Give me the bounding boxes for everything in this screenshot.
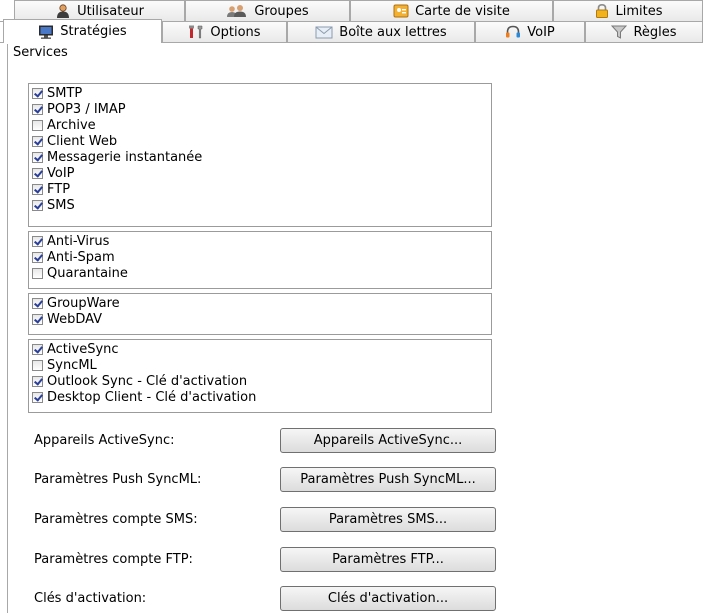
setting-row-sms: Paramètres compte SMS: Paramètres SMS... bbox=[34, 507, 504, 533]
checkbox-box[interactable] bbox=[32, 313, 43, 325]
checkbox-voip[interactable]: VoIP bbox=[32, 165, 491, 181]
checkbox-box[interactable] bbox=[32, 251, 43, 263]
tab-row-front: Stratégies Options Boîte aux lettres VoI… bbox=[0, 19, 703, 43]
checkbox-sms[interactable]: SMS bbox=[32, 197, 491, 213]
activesync-devices-button[interactable]: Appareils ActiveSync... bbox=[280, 428, 496, 453]
tab-strategies[interactable]: Stratégies bbox=[3, 19, 162, 43]
checkbox-groupware[interactable]: GroupWare bbox=[32, 295, 491, 311]
setting-label: Paramètres compte FTP: bbox=[34, 552, 193, 567]
lock-icon bbox=[594, 3, 610, 18]
checkbox-box[interactable] bbox=[32, 267, 43, 279]
setting-label: Paramètres Push SyncML: bbox=[34, 472, 202, 487]
tab-regles[interactable]: Règles bbox=[585, 21, 703, 42]
checkbox-box[interactable] bbox=[32, 87, 43, 99]
checkbox-quarantaine[interactable]: Quarantaine bbox=[32, 265, 491, 281]
checkbox-box[interactable] bbox=[32, 391, 43, 403]
checkbox-pop3-imap[interactable]: POP3 / IMAP bbox=[32, 101, 491, 117]
checkbox-anti-spam[interactable]: Anti-Spam bbox=[32, 249, 491, 265]
tab-limites[interactable]: Limites bbox=[553, 0, 703, 21]
user-icon bbox=[55, 4, 71, 18]
checkbox-box[interactable] bbox=[32, 183, 43, 195]
setting-row-ftp: Paramètres compte FTP: Paramètres FTP... bbox=[34, 547, 504, 573]
services-group-protocols: SMTP POP3 / IMAP Archive Client Web Mess… bbox=[28, 83, 492, 227]
setting-label: Appareils ActiveSync: bbox=[34, 433, 175, 448]
ftp-settings-button[interactable]: Paramètres FTP... bbox=[280, 547, 496, 572]
strategies-panel: Services SMTP POP3 / IMAP Archive Client… bbox=[7, 44, 703, 613]
checkbox-box[interactable] bbox=[32, 167, 43, 179]
checkbox-syncml[interactable]: SyncML bbox=[32, 357, 491, 373]
services-group-collaboration: GroupWare WebDAV bbox=[28, 293, 492, 335]
checkbox-box[interactable] bbox=[32, 119, 43, 131]
checkbox-box[interactable] bbox=[32, 297, 43, 309]
tools-icon bbox=[188, 25, 204, 39]
checkbox-box[interactable] bbox=[32, 343, 43, 355]
checkbox-outlook-sync[interactable]: Outlook Sync - Clé d'activation bbox=[32, 373, 491, 389]
checkbox-smtp[interactable]: SMTP bbox=[32, 85, 491, 101]
services-group-sync: ActiveSync SyncML Outlook Sync - Clé d'a… bbox=[28, 339, 492, 413]
checkbox-ftp[interactable]: FTP bbox=[32, 181, 491, 197]
syncml-push-settings-button[interactable]: Paramètres Push SyncML... bbox=[280, 467, 496, 492]
checkbox-box[interactable] bbox=[32, 103, 43, 115]
headset-icon bbox=[505, 25, 521, 39]
tab-groupes[interactable]: Groupes bbox=[185, 0, 350, 21]
checkbox-box[interactable] bbox=[32, 359, 43, 371]
checkbox-client-web[interactable]: Client Web bbox=[32, 133, 491, 149]
checkbox-box[interactable] bbox=[32, 235, 43, 247]
checkbox-archive[interactable]: Archive bbox=[32, 117, 491, 133]
services-label: Services bbox=[13, 45, 68, 60]
tab-voip[interactable]: VoIP bbox=[475, 21, 585, 42]
setting-label: Clés d'activation: bbox=[34, 591, 147, 606]
checkbox-box[interactable] bbox=[32, 151, 43, 163]
tab-options[interactable]: Options bbox=[162, 21, 287, 42]
tab-carte-de-visite[interactable]: Carte de visite bbox=[350, 0, 553, 21]
setting-row-syncml: Paramètres Push SyncML: Paramètres Push … bbox=[34, 467, 504, 493]
groups-icon bbox=[226, 4, 248, 18]
checkbox-desktop-client[interactable]: Desktop Client - Clé d'activation bbox=[32, 389, 491, 405]
activation-keys-button[interactable]: Clés d'activation... bbox=[280, 586, 496, 611]
tab-utilisateur[interactable]: Utilisateur bbox=[14, 0, 185, 21]
checkbox-webdav[interactable]: WebDAV bbox=[32, 311, 491, 327]
business-card-icon bbox=[393, 4, 409, 18]
mail-icon bbox=[315, 25, 333, 39]
setting-label: Paramètres compte SMS: bbox=[34, 512, 198, 527]
filter-icon bbox=[611, 25, 628, 39]
setting-row-activation-keys: Clés d'activation: Clés d'activation... bbox=[34, 586, 504, 612]
checkbox-anti-virus[interactable]: Anti-Virus bbox=[32, 233, 491, 249]
setting-row-activesync: Appareils ActiveSync: Appareils ActiveSy… bbox=[34, 428, 504, 454]
checkbox-box[interactable] bbox=[32, 375, 43, 387]
checkbox-messagerie-instantanee[interactable]: Messagerie instantanée bbox=[32, 149, 491, 165]
checkbox-box[interactable] bbox=[32, 135, 43, 147]
checkbox-activesync[interactable]: ActiveSync bbox=[32, 341, 491, 357]
sms-settings-button[interactable]: Paramètres SMS... bbox=[280, 507, 496, 532]
tab-boite-aux-lettres[interactable]: Boîte aux lettres bbox=[287, 21, 475, 42]
monitor-icon bbox=[38, 25, 54, 39]
checkbox-box[interactable] bbox=[32, 199, 43, 211]
services-group-security: Anti-Virus Anti-Spam Quarantaine bbox=[28, 231, 492, 289]
